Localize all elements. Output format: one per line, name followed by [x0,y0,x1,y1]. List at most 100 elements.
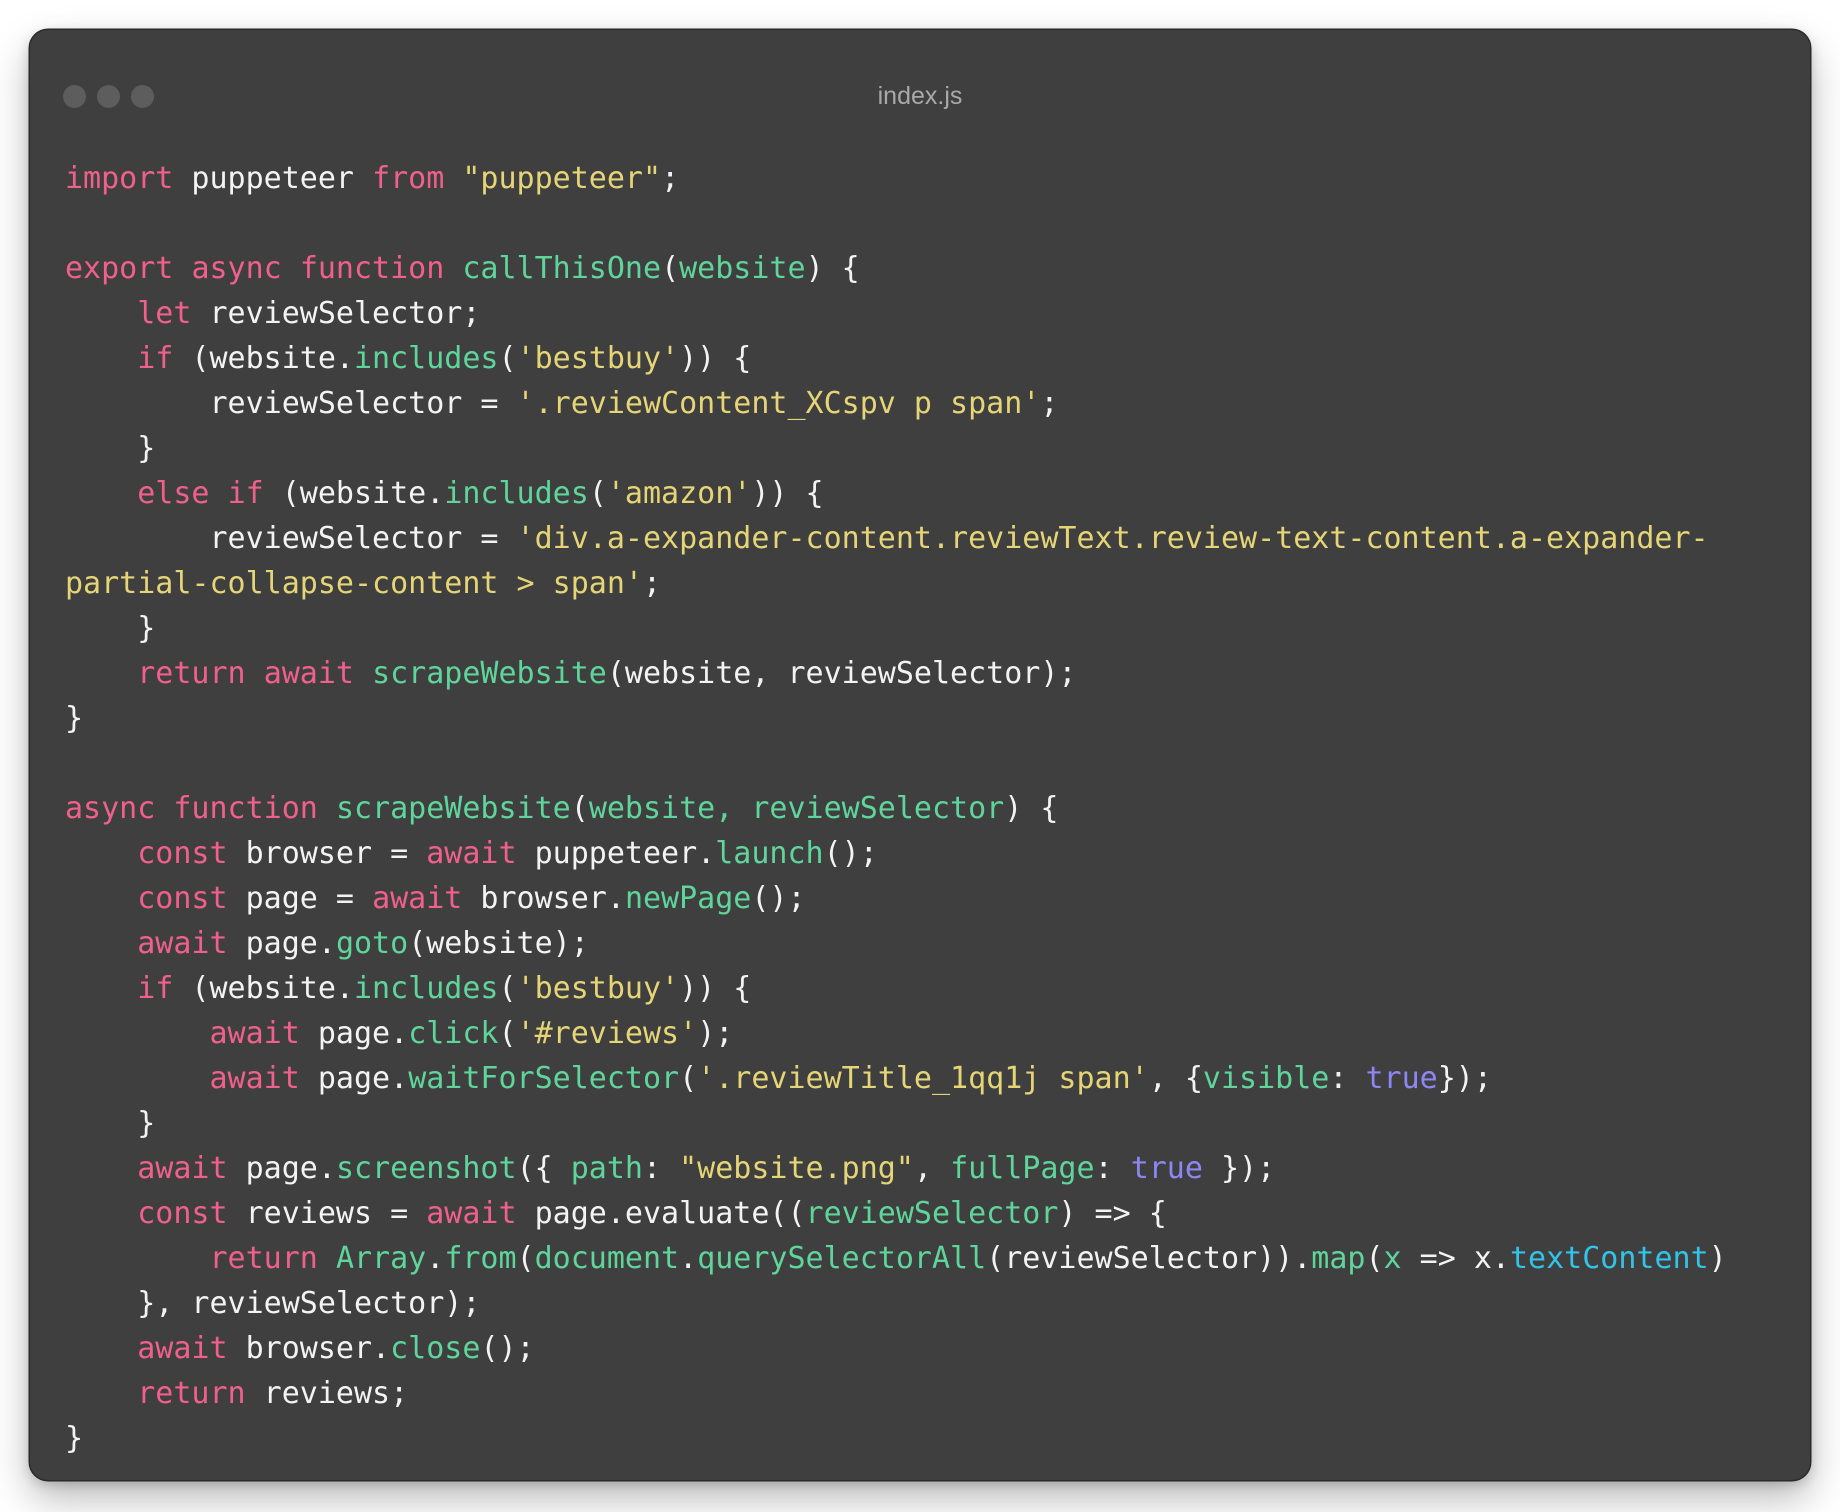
code-token: . [679,1241,698,1276]
code-token: puppeteer. [516,836,716,871]
code-line: let reviewSelector; [65,291,1727,336]
code-line: return await scrapeWebsite(website, revi… [65,651,1727,696]
code-line: const browser = await puppeteer.launch()… [65,831,1727,876]
code-token: 'div.a-expander-content.reviewText.revie… [516,521,1709,556]
code-token: }); [1202,1151,1276,1186]
code-token: const [137,881,228,916]
code-token: ) { [1004,791,1059,826]
code-block: import puppeteer from "puppeteer"; export… [65,156,1727,1461]
code-token: if [227,476,264,511]
code-token: } [65,1421,84,1456]
code-line: } [65,696,1727,741]
code-token: ( [570,791,589,826]
code-token: )) { [751,476,824,511]
code-token: "puppeteer" [462,161,662,196]
code-token: ; [1040,386,1059,421]
code-token: reviewSelector = [65,521,517,556]
code-token: . [426,1241,445,1276]
code-token: else [137,476,210,511]
code-token: (website. [173,341,354,376]
code-line: export async function callThisOne(websit… [65,246,1727,291]
code-token: (); [480,1331,535,1366]
code-token: newPage [624,881,752,916]
code-token: await [137,926,228,961]
code-token: includes [444,476,589,511]
code-token: ( [679,1061,698,1096]
code-token: callThisOne [462,251,662,286]
code-token: browser. [227,1331,391,1366]
code-token: if [137,971,174,1006]
code-token: function [173,791,318,826]
code-line: } [65,1101,1727,1146]
code-token: ; [642,566,662,601]
code-token: async [65,791,156,826]
code-token: page.evaluate(( [516,1196,806,1231]
code-token: => x. [1401,1241,1510,1276]
code-token: scrapeWebsite [335,791,571,826]
code-token: (reviewSelector)). [986,1241,1312,1276]
code-line: await page.screenshot({ path: "website.p… [65,1146,1727,1191]
code-token: ) => { [1058,1196,1167,1231]
code-token: textContent [1509,1241,1709,1276]
code-token: await [209,1061,300,1096]
code-token: querySelectorAll [697,1241,987,1276]
code-token: await [372,881,463,916]
code-token: return [209,1241,318,1276]
code-token: await [137,1151,228,1186]
code-line: await page.waitForSelector('.reviewTitle… [65,1056,1727,1101]
code-token: path [570,1151,643,1186]
code-token: const [137,836,228,871]
code-token: (website, reviewSelector); [606,656,1077,691]
code-token: ) [1708,1241,1727,1276]
code-token: reviewSelector; [191,296,481,331]
code-token: (); [823,836,878,871]
code-token: map [1311,1241,1366,1276]
code-token: (); [751,881,806,916]
code-token: : [1094,1151,1131,1186]
code-token: Array [335,1241,427,1276]
code-token: goto [335,926,409,961]
code-token: website [679,251,806,286]
code-token: "website.png" [679,1151,914,1186]
code-token: launch [715,836,824,871]
code-line: return reviews; [65,1371,1727,1416]
code-token: true [1365,1061,1438,1096]
code-token: ( [498,971,517,1006]
code-token: 'bestbuy' [516,971,680,1006]
code-token: }); [1437,1061,1492,1096]
code-token: ( [498,341,517,376]
code-token: return [137,1376,246,1411]
code-token: visible [1202,1061,1330,1096]
code-line: async function scrapeWebsite(website, re… [65,786,1727,831]
code-token: browser = [227,836,427,871]
code-token: } [65,611,156,646]
code-window: index.js import puppeteer from "puppetee… [30,30,1810,1480]
code-token: reviewSelector = [65,386,517,421]
code-token: )) { [679,341,752,376]
code-token: )) { [679,971,752,1006]
code-token: page = [227,881,373,916]
code-line: if (website.includes('bestbuy')) { [65,966,1727,1011]
code-token: : [1329,1061,1366,1096]
code-token: export [65,251,174,286]
code-token: , { [1148,1061,1203,1096]
code-token: }, reviewSelector); [65,1286,481,1321]
code-line: partial-collapse-content > span'; [65,561,1727,606]
code-line: const reviews = await page.evaluate((rev… [65,1191,1727,1236]
code-token: reviews; [245,1376,409,1411]
code-token: return [137,656,246,691]
